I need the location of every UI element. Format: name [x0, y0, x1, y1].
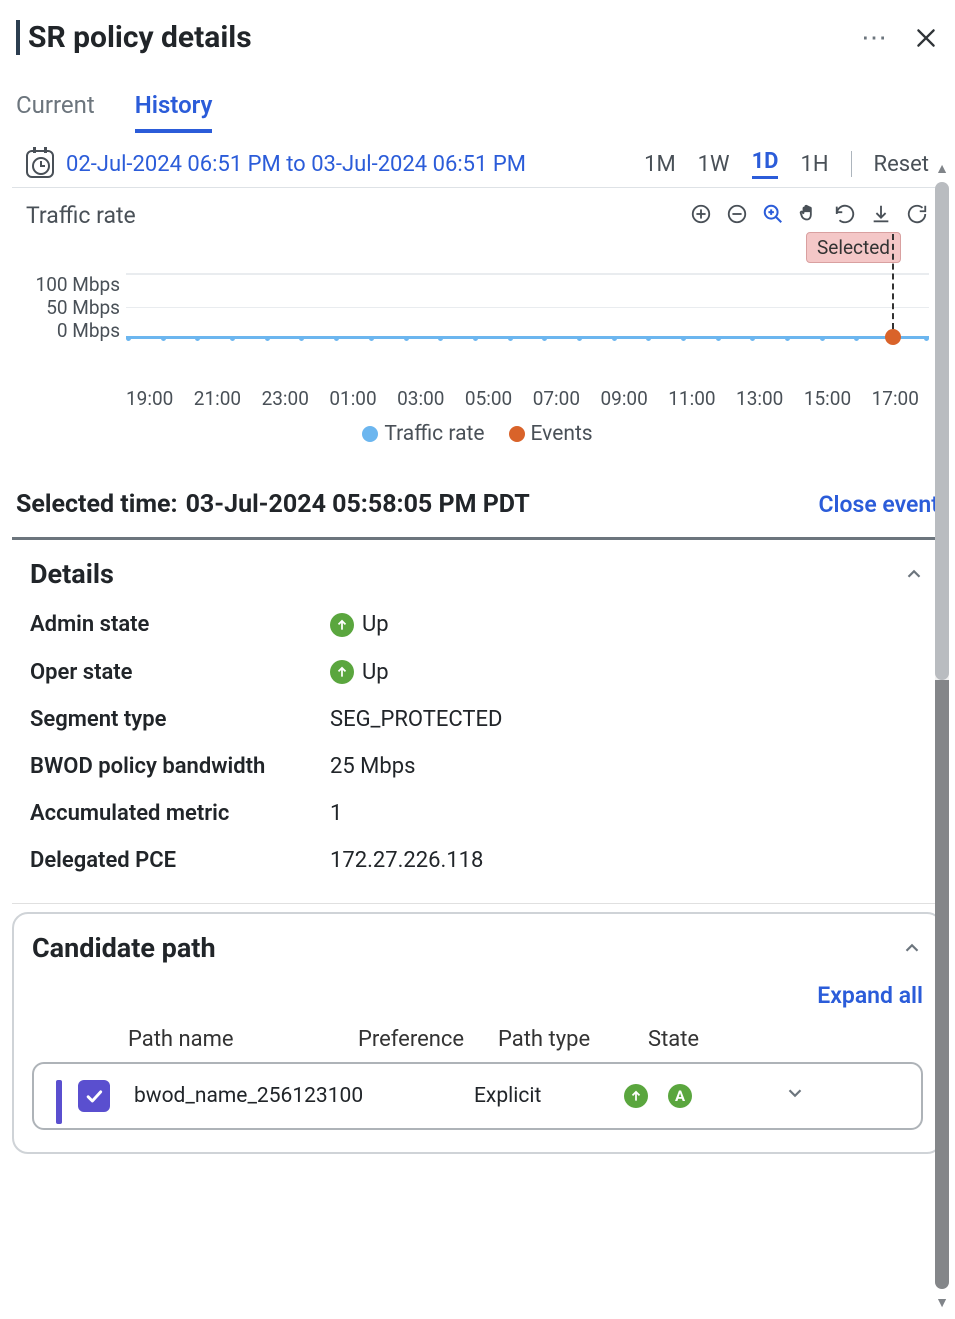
collapse-candidate-icon[interactable]	[901, 937, 923, 959]
scrollbar-thumb[interactable]	[935, 182, 949, 680]
bwod-bandwidth-label: BWOD policy bandwidth	[30, 754, 330, 779]
pan-icon[interactable]	[797, 202, 821, 226]
reset-zoom-icon[interactable]	[905, 202, 929, 226]
x-tick: 05:00	[465, 387, 512, 410]
zoom-out-icon[interactable]	[725, 202, 749, 226]
date-range-selector[interactable]: 02-Jul-2024 06:51 PM to 03-Jul-2024 06:5…	[66, 152, 526, 177]
legend-swatch-events	[509, 426, 525, 442]
event-marker[interactable]	[885, 329, 901, 345]
divider	[851, 151, 852, 177]
x-tick: 11:00	[668, 387, 715, 410]
candidate-path-section-title: Candidate path	[32, 932, 216, 964]
reset-range-button[interactable]: Reset	[874, 152, 929, 177]
expand-row-icon[interactable]	[784, 1082, 844, 1110]
segment-type-label: Segment type	[30, 707, 330, 732]
preset-1m[interactable]: 1M	[644, 152, 676, 177]
path-name-value: bwod_name_256123100	[134, 1084, 474, 1108]
col-path-name: Path name	[128, 1027, 358, 1052]
download-icon[interactable]	[869, 202, 893, 226]
details-section-title: Details	[30, 558, 114, 590]
chart-legend: Traffic rate Events	[26, 422, 929, 446]
selected-time-label: Selected time:	[16, 490, 178, 519]
y-tick: 50 Mbps	[46, 296, 120, 319]
chart-toolbar	[689, 202, 929, 226]
x-tick: 03:00	[397, 387, 444, 410]
admin-state-label: Admin state	[30, 612, 330, 638]
path-selected-checkbox[interactable]	[78, 1080, 110, 1112]
selected-time-value: 03-Jul-2024 05:58:05 PM PDT	[186, 490, 530, 519]
close-panel-button[interactable]	[913, 25, 939, 51]
delegated-pce-label: Delegated PCE	[30, 848, 330, 873]
accumulated-metric-label: Accumulated metric	[30, 801, 330, 826]
x-tick: 17:00	[872, 387, 919, 410]
oper-state-value: Up	[362, 660, 389, 685]
admin-state-value: Up	[362, 612, 389, 637]
candidate-path-row[interactable]: bwod_name_256123100 Explicit A	[32, 1062, 923, 1130]
delegated-pce-value: 172.27.226.118	[330, 848, 925, 873]
selected-marker-badge: Selected	[806, 232, 901, 263]
scrollbar[interactable]	[935, 182, 949, 1289]
accumulated-metric-value: 1	[330, 801, 925, 826]
calendar-clock-icon[interactable]	[26, 150, 54, 178]
preset-1w[interactable]: 1W	[698, 152, 730, 177]
y-tick: 0 Mbps	[57, 319, 120, 342]
more-actions-icon[interactable]: ⋯	[861, 23, 889, 53]
chart-title: Traffic rate	[26, 202, 136, 229]
traffic-rate-chart[interactable]: 100 Mbps 50 Mbps 0 Mbps	[26, 273, 929, 373]
arrow-up-icon	[330, 660, 354, 684]
event-marker-line	[892, 234, 894, 329]
close-event-button[interactable]: Close event	[818, 491, 939, 518]
refresh-icon[interactable]	[833, 202, 857, 226]
x-tick: 07:00	[533, 387, 580, 410]
oper-state-label: Oper state	[30, 660, 330, 686]
preset-1d[interactable]: 1D	[752, 149, 779, 179]
candidate-path-table-header: Path name Preference Path type State	[32, 1009, 923, 1062]
arrow-up-icon	[330, 613, 354, 637]
legend-label-traffic: Traffic rate	[384, 422, 484, 446]
active-badge-icon: A	[668, 1084, 692, 1108]
preset-1h[interactable]: 1H	[800, 152, 828, 177]
collapse-details-icon[interactable]	[903, 563, 925, 585]
scroll-up-arrow-icon[interactable]: ▲	[935, 160, 949, 177]
legend-label-events: Events	[531, 422, 593, 446]
tab-current[interactable]: Current	[16, 91, 95, 133]
legend-swatch-traffic	[362, 426, 378, 442]
col-preference: Preference	[358, 1027, 498, 1052]
bwod-bandwidth-value: 25 Mbps	[330, 754, 925, 779]
x-tick: 13:00	[736, 387, 783, 410]
x-tick: 23:00	[262, 387, 309, 410]
x-tick: 19:00	[126, 387, 173, 410]
x-tick: 09:00	[600, 387, 647, 410]
path-type-value: Explicit	[474, 1084, 624, 1108]
arrow-up-icon	[624, 1084, 648, 1108]
active-path-indicator	[56, 1080, 62, 1124]
zoom-in-icon[interactable]	[689, 202, 713, 226]
col-path-type: Path type	[498, 1027, 648, 1052]
expand-all-button[interactable]: Expand all	[32, 982, 923, 1009]
x-tick: 01:00	[329, 387, 376, 410]
tab-bar: Current History	[12, 55, 943, 133]
tab-history[interactable]: History	[135, 91, 213, 133]
segment-type-value: SEG_PROTECTED	[330, 707, 925, 732]
scrollbar-thumb[interactable]	[935, 680, 949, 1289]
x-tick: 15:00	[804, 387, 851, 410]
y-axis: 100 Mbps 50 Mbps 0 Mbps	[26, 273, 126, 339]
col-state: State	[648, 1027, 808, 1052]
x-tick: 21:00	[194, 387, 241, 410]
page-title: SR policy details	[16, 20, 252, 55]
scroll-down-arrow-icon[interactable]: ▼	[935, 1294, 949, 1311]
y-tick: 100 Mbps	[36, 273, 120, 296]
x-axis: 19:00 21:00 23:00 01:00 03:00 05:00 07:0…	[126, 373, 929, 410]
zoom-select-icon[interactable]	[761, 202, 785, 226]
